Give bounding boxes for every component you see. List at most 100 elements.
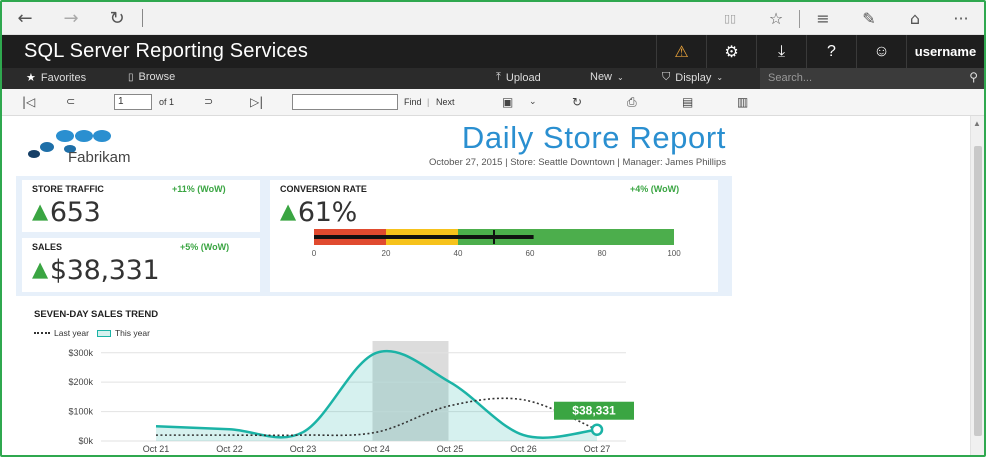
divider: | bbox=[427, 97, 430, 107]
kpi-label: STORE TRAFFIC bbox=[32, 184, 104, 194]
sales-trend-chart: $0k $100k $200k $300k $38,331 Oct 21 Oct 22 Oct… bbox=[68, 341, 634, 454]
kpi-change: +5% (WoW) bbox=[180, 242, 230, 252]
y-tick-label: $0k bbox=[78, 436, 93, 446]
x-tick-label: Oct 21 bbox=[143, 444, 170, 454]
filter-icon: ⛉ bbox=[662, 71, 671, 83]
x-tick-label: Oct 25 bbox=[437, 444, 464, 454]
this-year-area bbox=[156, 351, 597, 441]
kpi-panel: STORE TRAFFIC +11% (WoW) ▲653 SALES +5% … bbox=[16, 176, 732, 296]
back-icon[interactable]: ← bbox=[2, 2, 48, 35]
favorite-star-icon[interactable]: ☆ bbox=[753, 2, 799, 35]
refresh-report-icon[interactable]: ↻ bbox=[572, 95, 582, 109]
hub-icon[interactable]: ≡ bbox=[800, 2, 846, 35]
previous-page-icon[interactable]: ⊂ bbox=[66, 95, 75, 108]
reading-view-icon[interactable]: ▯▯ bbox=[707, 2, 753, 35]
scrollbar-thumb[interactable] bbox=[974, 146, 982, 436]
browser-toolbar: ← → ↻ ▯▯ ☆ ≡ ✎ ⌂ ··· bbox=[2, 2, 984, 35]
x-tick-label: Oct 23 bbox=[290, 444, 317, 454]
search-input[interactable]: Search... ⚲ bbox=[760, 68, 984, 89]
chevron-down-icon: ⌄ bbox=[716, 73, 724, 82]
last-page-icon[interactable]: ▷| bbox=[250, 95, 263, 109]
browse-icon: ▯ bbox=[128, 71, 134, 83]
page-count-label: of 1 bbox=[159, 97, 175, 107]
kpi-value: ▲$38,331 bbox=[32, 255, 160, 286]
report-subtitle: October 27, 2015 | Store: Seattle Downto… bbox=[429, 157, 726, 168]
x-tick-label: Oct 24 bbox=[363, 444, 390, 454]
forward-icon[interactable]: → bbox=[48, 2, 94, 35]
trend-chart-title: SEVEN-DAY SALES TREND bbox=[34, 309, 159, 320]
kpi-value-text: 653 bbox=[49, 197, 101, 228]
x-tick-label: Oct 26 bbox=[510, 444, 537, 454]
favorites-menu[interactable]: ★ Favorites bbox=[26, 71, 87, 85]
report-canvas: Fabrikam Daily Store Report October 27, … bbox=[16, 116, 732, 455]
legend-last-year: Last year bbox=[54, 328, 89, 338]
bullet-tick-label: 20 bbox=[382, 249, 391, 258]
divider bbox=[142, 9, 143, 27]
bullet-tick-label: 0 bbox=[312, 249, 317, 258]
conversion-rate-card: CONVERSION RATE +4% (WoW) ▲61% 0 20 40 60 80… bbox=[270, 180, 718, 292]
x-tick-label: Oct 22 bbox=[216, 444, 243, 454]
new-menu[interactable]: New ⌄ bbox=[590, 71, 624, 83]
browse-menu[interactable]: ▯ Browse bbox=[128, 71, 175, 83]
chevron-down-icon[interactable]: ⌄ bbox=[529, 97, 537, 107]
kpi-value: ▲653 bbox=[32, 197, 101, 228]
browse-label: Browse bbox=[138, 71, 176, 83]
refresh-icon[interactable]: ↻ bbox=[94, 2, 140, 35]
this-year-swatch bbox=[96, 329, 111, 337]
smiley-icon[interactable]: ☺ bbox=[856, 35, 906, 68]
scroll-up-icon[interactable]: ▲ bbox=[973, 119, 981, 128]
next-page-icon[interactable]: ⊃ bbox=[204, 95, 213, 108]
display-menu[interactable]: ⛉ Display ⌄ bbox=[662, 71, 723, 84]
bullet-tick-label: 40 bbox=[454, 249, 463, 258]
sales-callout-label: $38,331 bbox=[572, 404, 616, 418]
chart-legend: Last year This year bbox=[34, 328, 150, 338]
favorites-label: Favorites bbox=[40, 71, 87, 84]
store-traffic-card: STORE TRAFFIC +11% (WoW) ▲653 bbox=[22, 180, 260, 232]
share-icon[interactable]: ⌂ bbox=[892, 2, 938, 35]
gear-icon[interactable]: ⚙ bbox=[706, 35, 756, 68]
brand-name: Fabrikam bbox=[68, 149, 131, 166]
more-icon[interactable]: ··· bbox=[938, 2, 984, 35]
kpi-change: +11% (WoW) bbox=[172, 184, 226, 194]
find-button[interactable]: Find bbox=[404, 97, 422, 107]
first-page-icon[interactable]: |◁ bbox=[22, 95, 35, 109]
kpi-value-text: $38,331 bbox=[49, 255, 160, 286]
warning-icon[interactable]: ⚠ bbox=[656, 35, 706, 68]
save-icon[interactable]: ▣ bbox=[502, 95, 513, 109]
search-icon[interactable]: ⚲ bbox=[969, 70, 978, 84]
y-tick-label: $300k bbox=[68, 348, 93, 358]
display-label: Display bbox=[675, 71, 712, 84]
layout-icon[interactable]: ▤ bbox=[682, 95, 693, 109]
y-tick-label: $100k bbox=[68, 407, 93, 417]
download-icon[interactable]: ⤓ bbox=[756, 35, 806, 68]
upload-menu[interactable]: ⤒ Upload bbox=[496, 71, 541, 84]
kpi-label: SALES bbox=[32, 242, 63, 252]
y-tick-label: $200k bbox=[68, 377, 93, 387]
print-icon[interactable]: ⎙ bbox=[627, 95, 637, 110]
help-icon[interactable]: ? bbox=[806, 35, 856, 68]
report-toolbar: |◁ ⊂ 1 of 1 ⊃ ▷| Find | Next ▣ ⌄ ↻ ⎙ ▤ ▥ bbox=[2, 89, 984, 116]
bullet-value-bar bbox=[314, 235, 534, 239]
endpoint-marker bbox=[590, 423, 604, 436]
upload-label: Upload bbox=[505, 71, 541, 84]
web-note-icon[interactable]: ✎ bbox=[846, 2, 892, 35]
new-label: New bbox=[590, 71, 613, 83]
bullet-tick-label: 80 bbox=[598, 249, 607, 258]
vertical-scrollbar[interactable]: ▲ bbox=[970, 116, 984, 455]
search-placeholder: Search... bbox=[768, 72, 813, 84]
next-button[interactable]: Next bbox=[436, 97, 455, 107]
app-title[interactable]: SQL Server Reporting Services bbox=[24, 40, 308, 63]
sales-card: SALES +5% (WoW) ▲$38,331 bbox=[22, 238, 260, 292]
chevron-down-icon: ⌄ bbox=[617, 72, 624, 82]
bullet-target-marker bbox=[493, 230, 495, 244]
username-label[interactable]: username bbox=[906, 35, 984, 68]
find-input[interactable] bbox=[292, 94, 398, 110]
app-window: ← → ↻ ▯▯ ☆ ≡ ✎ ⌂ ··· SQL Server Reportin… bbox=[0, 0, 986, 457]
page-number-input[interactable]: 1 bbox=[114, 94, 152, 110]
chart-icon[interactable]: ▥ bbox=[737, 95, 748, 109]
report-title: Daily Store Report bbox=[461, 120, 726, 155]
upload-icon: ⤒ bbox=[496, 71, 501, 83]
last-year-swatch bbox=[34, 332, 50, 334]
star-icon: ★ bbox=[26, 72, 36, 84]
bullet-chart: 0 20 40 60 80 100 bbox=[312, 229, 681, 258]
